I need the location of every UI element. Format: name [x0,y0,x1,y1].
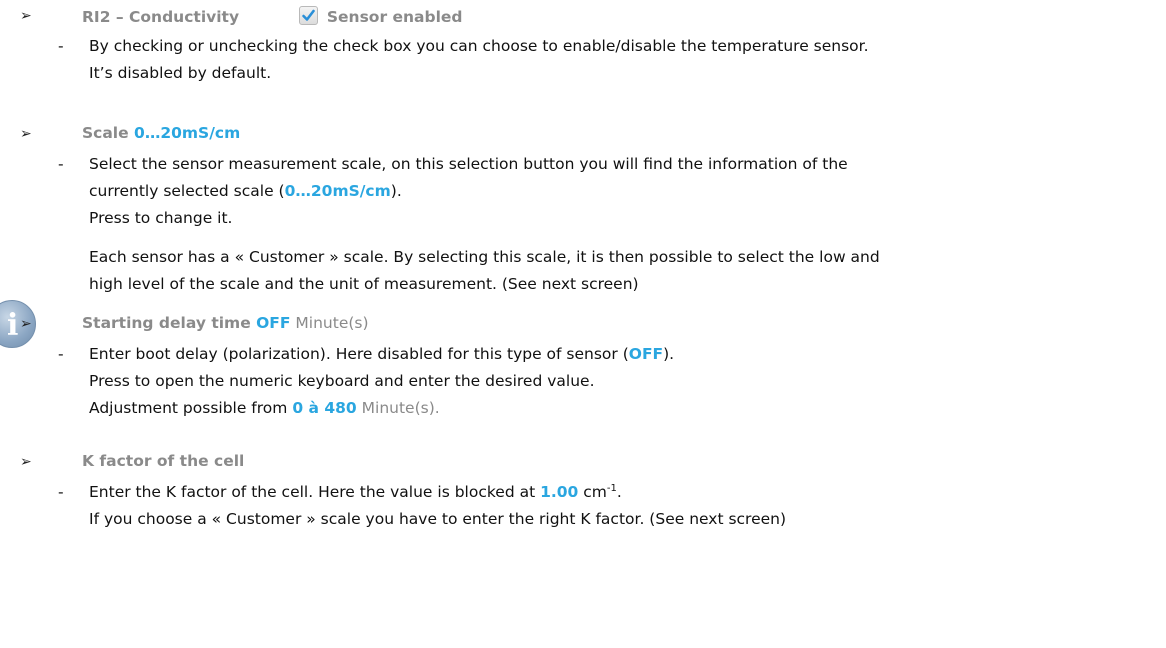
ri2-desc-line1: By checking or unchecking the check box … [89,37,869,55]
delay-desc-line2: Press to open the numeric keyboard and e… [89,372,595,390]
dash-bullet-icon: - [58,483,64,501]
arrow-bullet-icon: ➢ [20,8,32,24]
arrow-bullet-icon: ➢ [20,316,32,332]
sensor-enabled-label: Sensor enabled [326,8,463,26]
scale-title: Scale [82,124,135,142]
delay-desc-line1: Enter boot delay (polarization). Here di… [89,345,675,363]
arrow-bullet-icon: ➢ [20,454,32,470]
info-note-line2: high level of the scale and the unit of … [89,275,639,293]
scale-value-inline: 0…20mS/cm [284,182,391,200]
dash-bullet-icon: - [58,155,64,173]
section-ri2-heading: RI2 – Conductivity Sensor enabled [82,6,463,26]
section-delay-heading: Starting delay time OFF Minute(s) [82,314,369,332]
scale-desc-line2: currently selected scale (0…20mS/cm). [89,182,402,200]
checkmark-icon [302,9,315,21]
ri2-desc-line2: It’s disabled by default. [89,64,272,82]
delay-desc-line3: Adjustment possible from 0 à 480 Minute(… [89,399,440,417]
delay-unit: Minute(s) [290,314,369,332]
section-scale-heading: Scale 0…20mS/cm [82,124,240,142]
kfactor-desc-line1: Enter the K factor of the cell. Here the… [89,483,622,502]
scale-desc-line1: Select the sensor measurement scale, on … [89,155,848,173]
kfactor-desc-line2: If you choose a « Customer » scale you h… [89,510,787,528]
arrow-bullet-icon: ➢ [20,126,32,142]
kfactor-value: 1.00 [540,483,579,502]
scale-desc-line3: Press to change it. [89,209,233,227]
ri2-title: RI2 – Conductivity [82,8,240,26]
scale-value: 0…20mS/cm [134,124,241,142]
sensor-enabled-checkbox[interactable] [298,6,318,25]
kfactor-title: K factor of the cell [82,452,245,470]
section-kfactor-heading: K factor of the cell [82,452,244,470]
info-note-line1: Each sensor has a « Customer » scale. By… [89,248,880,266]
dash-bullet-icon: - [58,37,64,55]
delay-value: OFF [256,314,291,332]
delay-title: Starting delay time [82,314,257,332]
dash-bullet-icon: - [58,345,64,363]
